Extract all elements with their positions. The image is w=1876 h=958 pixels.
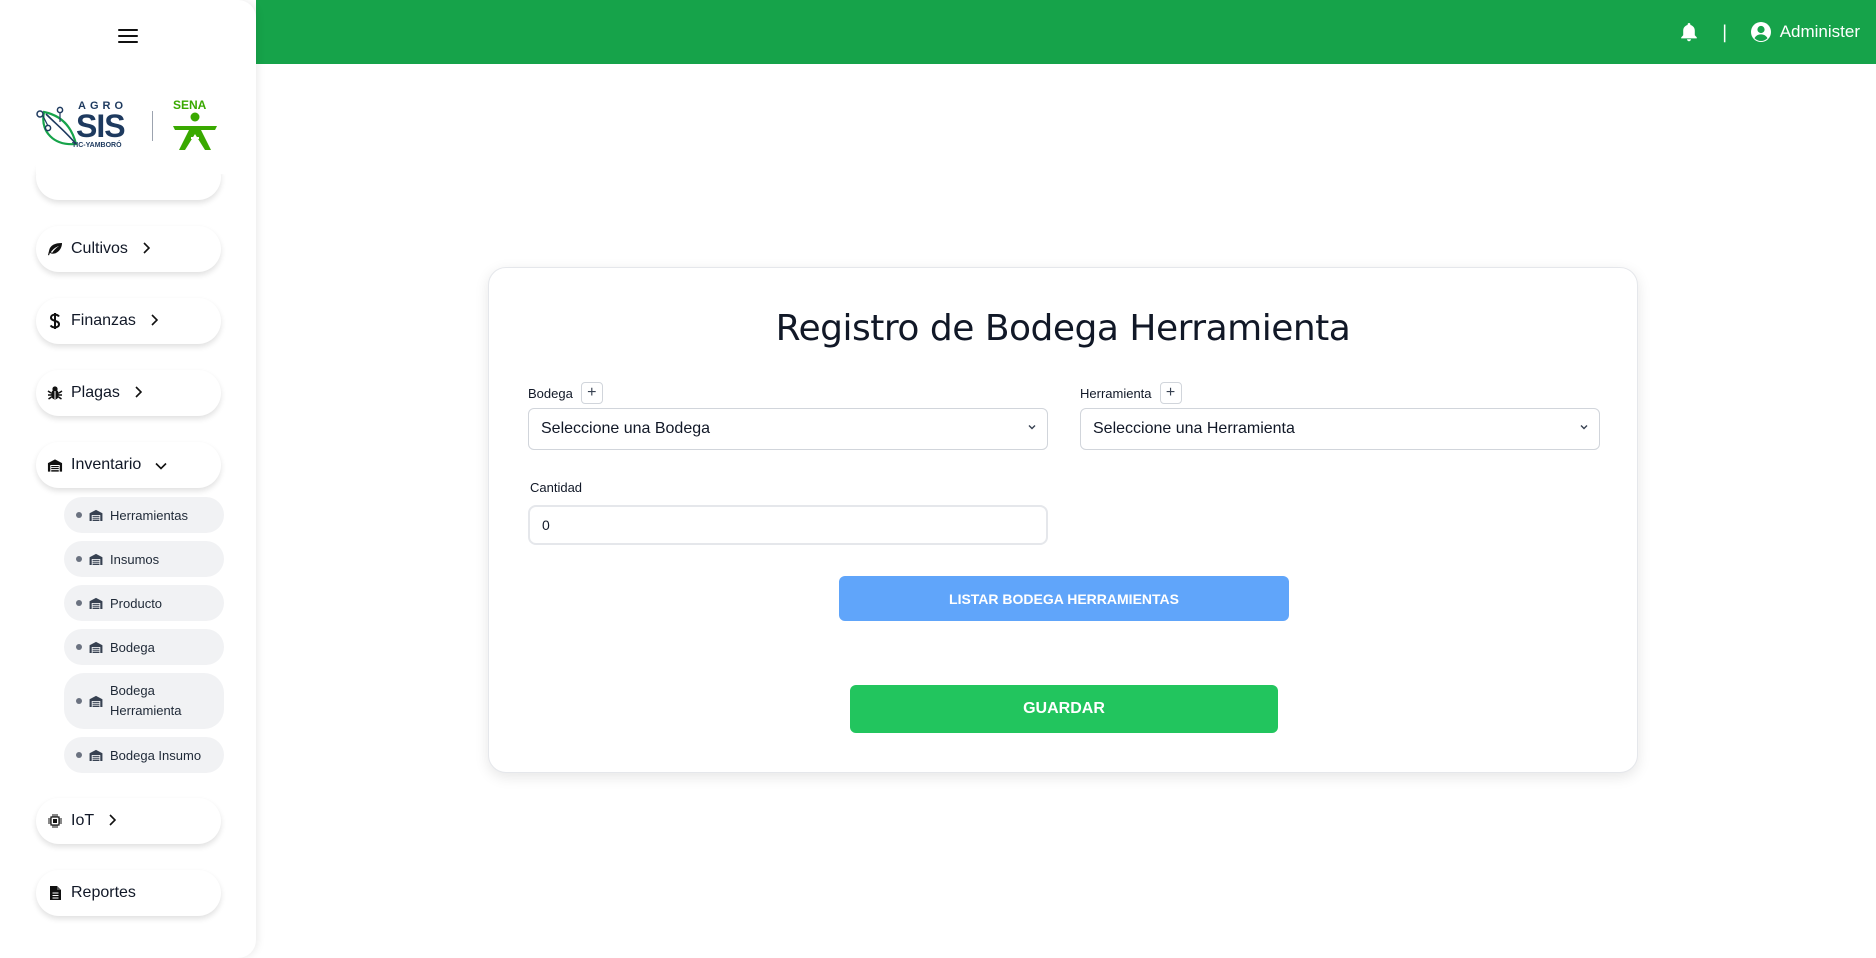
- add-bodega-button[interactable]: +: [580, 382, 603, 404]
- save-button[interactable]: GUARDAR: [850, 685, 1278, 733]
- cantidad-value: 0: [542, 517, 550, 533]
- cantidad-input[interactable]: 0: [528, 505, 1048, 545]
- sidebar-item-reportes[interactable]: Reportes: [36, 870, 221, 916]
- sidebar: AGRO SIS TIC-YAMBORÓ SENA Cultivos Finan…: [0, 0, 256, 958]
- chevron-right-icon: [150, 313, 159, 329]
- user-name: Administer: [1779, 22, 1860, 41]
- chevron-down-icon: [155, 458, 167, 473]
- logo-sena-text: SENA: [173, 98, 207, 112]
- sidebar-item-iot[interactable]: IoT: [36, 798, 221, 844]
- bullet-dot: [76, 644, 82, 650]
- chevron-right-icon: [142, 241, 151, 257]
- sidebar-item-finanzas[interactable]: Finanzas: [36, 298, 221, 344]
- agrosis-logo: AGRO SIS TIC-YAMBORÓ: [36, 98, 134, 154]
- warehouse-icon: [89, 553, 103, 565]
- sidebar-subitem-label: Producto: [110, 595, 163, 611]
- chevron-right-icon: [108, 813, 117, 829]
- page-title: Registro de Bodega Herramienta: [775, 308, 1351, 349]
- bullet-dot: [76, 600, 82, 606]
- sidebar-subitem-bodega-herramienta[interactable]: Bodega Herramienta: [64, 673, 224, 729]
- bodega-select[interactable]: Seleccione una Bodega: [528, 408, 1048, 450]
- bell-icon[interactable]: [1678, 21, 1700, 43]
- leaf-icon: [47, 241, 63, 257]
- logo-tic-text: TIC-YAMBORÓ: [72, 142, 122, 149]
- user-menu[interactable]: Administer: [1750, 21, 1860, 43]
- bullet-dot: [76, 752, 82, 758]
- user-circle-icon: [1750, 22, 1771, 42]
- sidebar-subitem-bodega[interactable]: Bodega: [64, 629, 224, 665]
- bug-icon: [47, 385, 63, 401]
- sidebar-item-label: Cultivos: [71, 240, 128, 257]
- add-herramienta-button[interactable]: +: [1159, 382, 1182, 404]
- sidebar-subitem-label: Insumos: [110, 551, 160, 567]
- sidebar-subitem-label: Herramientas: [110, 507, 189, 523]
- sidebar-item-cultivos[interactable]: Cultivos: [36, 226, 221, 272]
- warehouse-icon: [89, 749, 103, 761]
- sidebar-item-plagas[interactable]: Plagas: [36, 370, 221, 416]
- chevron-right-icon: [134, 385, 143, 401]
- herramienta-label-row: Herramienta +: [1080, 382, 1182, 404]
- list-bodega-herramientas-button[interactable]: LISTAR BODEGA HERRAMIENTAS: [839, 576, 1289, 621]
- bullet-dot: [76, 556, 82, 562]
- chip-icon: [47, 813, 63, 829]
- sidebar-item-label: Finanzas: [71, 312, 136, 329]
- warehouse-icon: [89, 695, 103, 707]
- chevron-down-icon: [1028, 425, 1036, 430]
- sidebar-subitem-producto[interactable]: Producto: [64, 585, 224, 621]
- cantidad-label-row: Cantidad: [530, 480, 582, 495]
- bodega-select-value: Seleccione una Bodega: [541, 420, 711, 437]
- sidebar-item-label: Plagas: [71, 384, 120, 401]
- bullet-dot: [76, 698, 82, 704]
- chevron-down-icon: [1580, 425, 1588, 430]
- logo-area: AGRO SIS TIC-YAMBORÓ SENA: [36, 98, 236, 174]
- warehouse-icon: [47, 457, 63, 473]
- sidebar-item-label: Reportes: [71, 884, 136, 901]
- sidebar-subitem-label: Bodega Herramienta: [110, 683, 182, 718]
- form-card: Registro de Bodega Herramienta Bodega + …: [488, 267, 1638, 773]
- dollar-icon: [47, 313, 63, 329]
- herramienta-select[interactable]: Seleccione una Herramienta: [1080, 408, 1600, 450]
- sidebar-item-label: IoT: [71, 812, 95, 829]
- herramienta-select-value: Seleccione una Herramienta: [1093, 420, 1295, 437]
- top-bar: | Administer: [256, 0, 1876, 64]
- file-icon: [47, 885, 63, 901]
- warehouse-icon: [89, 597, 103, 609]
- sidebar-subitem-label: Bodega: [110, 639, 155, 655]
- header-separator: |: [1721, 21, 1728, 43]
- top-bar-actions: | Administer: [1678, 0, 1860, 64]
- sidebar-subitem-insumos[interactable]: Insumos: [64, 541, 224, 577]
- bodega-label-row: Bodega +: [528, 382, 603, 404]
- logo-divider: [152, 111, 153, 141]
- bullet-dot: [76, 512, 82, 518]
- warehouse-icon: [89, 641, 103, 653]
- sidebar-subitem-label: Bodega Insumo: [110, 747, 202, 763]
- cantidad-label: Cantidad: [530, 480, 583, 495]
- sidebar-subitem-herramientas[interactable]: Herramientas: [64, 497, 224, 533]
- sena-logo: SENA: [171, 98, 219, 152]
- logo-sis-text: SIS: [76, 108, 126, 144]
- hamburger-menu-icon[interactable]: [116, 25, 140, 47]
- herramienta-label: Herramienta: [1080, 385, 1152, 401]
- warehouse-icon: [89, 509, 103, 521]
- sidebar-item-inventario[interactable]: Inventario: [36, 442, 221, 488]
- sidebar-item-label: Inventario: [71, 456, 142, 473]
- bodega-label: Bodega: [528, 385, 573, 401]
- sidebar-subitem-bodega-insumo[interactable]: Bodega Insumo: [64, 737, 224, 773]
